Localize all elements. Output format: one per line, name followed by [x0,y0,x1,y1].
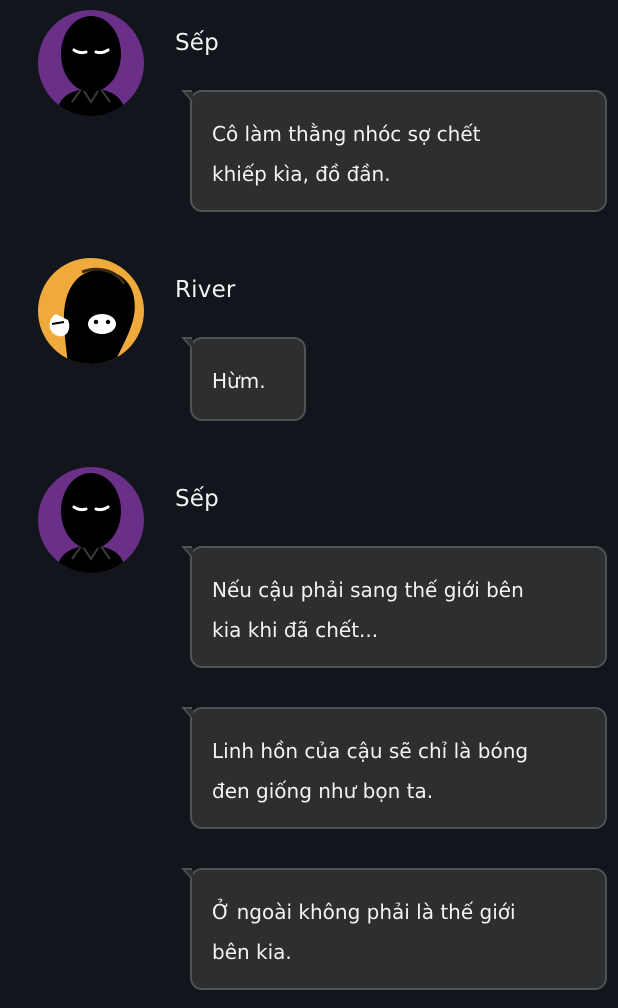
sender-name: Sếp [175,30,219,56]
message-bubble[interactable]: Linh hồn của cậu sẽ chỉ là bóng đen giốn… [181,707,607,829]
message-text-line: Ở ngoài không phải là thế giới [212,900,516,924]
river-avatar-icon [38,258,144,364]
message-text-line: kia khi đã chết... [212,618,379,642]
sender-name: River [175,277,236,303]
message-text-line: Nếu cậu phải sang thế giới bên [212,578,524,602]
sender-name: Sếp [175,486,219,512]
message-bubble[interactable]: Cô làm thằng nhóc sợ chết khiếp kìa, đồ … [181,90,607,212]
message-text-line: Hừm. [212,369,266,393]
message-bubble[interactable]: Nếu cậu phải sang thế giới bên kia khi đ… [181,546,607,668]
message-bubble[interactable]: Ở ngoài không phải là thế giới bên kia. [181,868,607,990]
message-bubble[interactable]: Hừm. [181,337,306,421]
shadow-boss-avatar-icon [38,467,144,573]
shadow-boss-avatar-icon [38,10,144,116]
message-text-line: đen giống như bọn ta. [212,779,434,803]
message-text-line: Linh hồn của cậu sẽ chỉ là bóng [212,739,529,763]
message-text-line: bên kia. [212,940,292,964]
message-text-line: khiếp kìa, đồ đần. [212,162,391,186]
message-text-line: Cô làm thằng nhóc sợ chết [212,122,481,146]
